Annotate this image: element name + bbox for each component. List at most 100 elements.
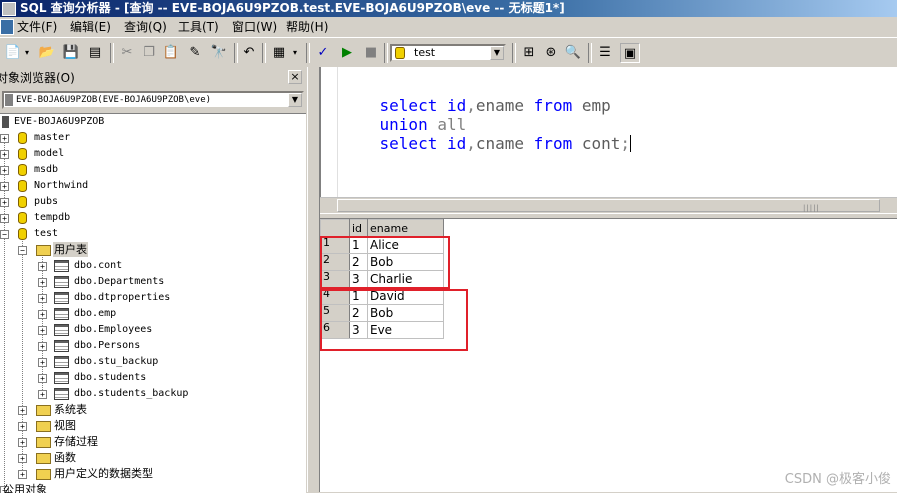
- results-mode-icon[interactable]: ▦: [270, 43, 288, 61]
- expand-icon[interactable]: +: [0, 198, 9, 207]
- document-window-icon[interactable]: [0, 19, 14, 35]
- execute-icon[interactable]: ▶: [338, 43, 356, 61]
- database-icon: [395, 47, 405, 59]
- column-header[interactable]: ename: [367, 219, 444, 237]
- code-token: emp: [581, 96, 611, 115]
- properties-icon[interactable]: ☰: [596, 43, 614, 61]
- cut-icon[interactable]: ✂: [118, 43, 136, 61]
- query-editor[interactable]: select id,ename from emp union all selec…: [320, 67, 897, 212]
- tree-node-label: dbo.Departments: [74, 276, 165, 287]
- object-search-icon[interactable]: 🔍: [564, 43, 582, 61]
- server-select[interactable]: EVE-BOJA6U9PZOB(EVE-BOJA6U9PZOB\eve) ▼: [2, 91, 304, 109]
- parse-icon[interactable]: ✓: [314, 43, 332, 61]
- copy-icon[interactable]: ❐: [140, 43, 158, 61]
- expand-icon[interactable]: +: [38, 358, 47, 367]
- folder-icon: [36, 469, 51, 480]
- expand-icon[interactable]: +: [18, 438, 27, 447]
- table-icon: [54, 308, 69, 320]
- find-icon[interactable]: 🔭: [210, 43, 228, 61]
- tree-node-label: EVE-BOJA6U9PZOB: [14, 116, 105, 127]
- save-icon[interactable]: 💾: [62, 43, 80, 61]
- table-icon: [54, 276, 69, 288]
- column-header[interactable]: id: [349, 219, 368, 237]
- menu-help[interactable]: 帮助(H): [286, 17, 328, 37]
- editor-gutter: [321, 67, 338, 212]
- chevron-down-icon[interactable]: ▼: [490, 46, 504, 60]
- code-token: ,: [466, 134, 476, 153]
- open-icon[interactable]: 📂: [38, 43, 56, 61]
- expand-icon[interactable]: +: [38, 390, 47, 399]
- code-token: from: [533, 96, 582, 115]
- table-icon: [54, 260, 69, 272]
- menu-window[interactable]: 窗口(W): [232, 17, 277, 37]
- expand-icon[interactable]: +: [0, 182, 9, 191]
- editor-horizontal-scrollbar[interactable]: |||||: [320, 197, 897, 213]
- menu-tools[interactable]: 工具(T): [178, 17, 219, 37]
- index-tuning-icon[interactable]: ⊛: [542, 43, 560, 61]
- tree-node-label: tempdb: [34, 212, 71, 223]
- expand-icon[interactable]: +: [18, 454, 27, 463]
- code-token: from: [533, 134, 582, 153]
- folder-icon: [36, 453, 51, 464]
- results-mode-dropdown-icon[interactable]: ▾: [290, 43, 300, 61]
- text-caret: [630, 135, 632, 152]
- paste-icon[interactable]: 📋: [162, 43, 180, 61]
- new-query-icon[interactable]: 📄: [4, 43, 22, 61]
- expand-icon[interactable]: +: [38, 294, 47, 303]
- tree-node-label: dbo.students: [74, 372, 147, 383]
- collapse-icon[interactable]: −: [18, 246, 27, 255]
- expand-icon[interactable]: +: [0, 214, 9, 223]
- toolbar-separator: [306, 43, 310, 63]
- clear-icon[interactable]: ✎: [186, 43, 204, 61]
- table-icon: [54, 356, 69, 368]
- tree-node-label: 函数: [54, 451, 76, 464]
- highlight-box-second-query: [320, 289, 468, 351]
- tree-node-label: dbo.Employees: [74, 324, 153, 335]
- table-icon: [54, 292, 69, 304]
- chevron-down-icon[interactable]: ▼: [288, 93, 302, 107]
- expand-icon[interactable]: +: [38, 342, 47, 351]
- cancel-icon[interactable]: ■: [362, 43, 380, 61]
- expand-icon[interactable]: +: [0, 166, 9, 175]
- object-browser-title: 对象浏览器(O): [0, 71, 75, 85]
- database-select[interactable]: test ▼: [390, 44, 506, 62]
- collapse-icon[interactable]: −: [0, 230, 9, 239]
- window-title: SQL 查询分析器 - [查询 -- EVE-BOJA6U9PZOB.test.…: [20, 1, 565, 15]
- load-script-icon[interactable]: ▤: [86, 43, 104, 61]
- execution-plan-icon[interactable]: ⊞: [520, 43, 538, 61]
- expand-icon[interactable]: +: [38, 262, 47, 271]
- code-token: ,: [466, 96, 476, 115]
- expand-icon[interactable]: +: [18, 406, 27, 415]
- undo-icon[interactable]: ↶: [240, 43, 258, 61]
- expand-icon[interactable]: +: [38, 278, 47, 287]
- close-icon[interactable]: ×: [288, 70, 302, 84]
- corner-cell[interactable]: [320, 219, 350, 237]
- expand-icon[interactable]: +: [18, 422, 27, 431]
- folder-icon: [36, 405, 51, 416]
- object-browser-icon[interactable]: ▣: [620, 43, 640, 63]
- menu-edit[interactable]: 编辑(E): [70, 17, 111, 37]
- toolbar: 📄 ▾ 📂 💾 ▤ ✂ ❐ 📋 ✎ 🔭 ↶ ▦ ▾ ✓ ▶ ■ test ▼ ⊞…: [0, 37, 897, 69]
- tree-node-label: dbo.Persons: [74, 340, 141, 351]
- new-dropdown-icon[interactable]: ▾: [22, 43, 32, 61]
- tree-node-label: dbo.dtproperties: [74, 292, 171, 303]
- expand-icon[interactable]: +: [0, 134, 9, 143]
- menu-file[interactable]: 文件(F): [17, 17, 57, 37]
- expand-icon[interactable]: +: [18, 470, 27, 479]
- toolbar-separator: [234, 43, 238, 63]
- code-line-1: select id,ename from emp: [341, 77, 611, 115]
- expand-icon[interactable]: +: [0, 150, 9, 159]
- scrollbar-thumb[interactable]: |||||: [337, 199, 880, 212]
- tree-node-label: msdb: [34, 164, 59, 175]
- expand-icon[interactable]: +: [38, 374, 47, 383]
- server-name: EVE-BOJA6U9PZOB(EVE-BOJA6U9PZOB\eve): [16, 95, 212, 105]
- menu-query[interactable]: 查询(Q): [124, 17, 167, 37]
- expand-icon[interactable]: +: [38, 310, 47, 319]
- toolbar-separator: [512, 43, 516, 63]
- expand-icon[interactable]: +: [38, 326, 47, 335]
- toolbar-separator: [262, 43, 266, 63]
- tree-node-label: model: [34, 148, 65, 159]
- database-icon: [18, 180, 27, 192]
- folder-icon: [36, 421, 51, 432]
- pane-splitter[interactable]: [307, 67, 320, 492]
